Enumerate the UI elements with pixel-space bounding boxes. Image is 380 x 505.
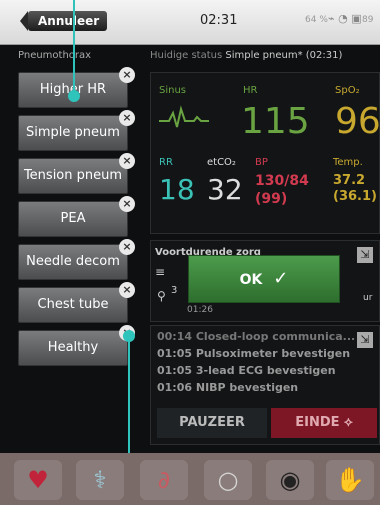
scenario-button-needle-decom[interactable]: Needle decom × [18, 239, 135, 280]
clock: 02:31 [200, 13, 238, 28]
heart-icon[interactable]: ♥ [14, 460, 62, 500]
scenario-button-label: PEA [60, 211, 86, 226]
hr-label: HR [243, 85, 258, 96]
log-time: 00:14 [157, 330, 193, 343]
care-time: 01:26 [187, 305, 213, 315]
scenario-button-label: Healthy [47, 340, 99, 355]
bp-label: BP [255, 157, 268, 168]
spo2-label: SpO₂ [335, 85, 360, 96]
rr-label: RR [159, 157, 173, 168]
scenario-button-label: Needle decom [26, 254, 120, 269]
status-label: Huidige status [150, 50, 223, 61]
guide-dot-bottom [123, 330, 135, 342]
scenario-button-pea[interactable]: PEA × [18, 196, 135, 237]
etco2-value: 32 [207, 173, 243, 206]
log-text: Closed-loop communica... [195, 330, 356, 343]
end-label: EINDE [295, 415, 340, 430]
guide-line-top [73, 0, 75, 95]
log-item: 01:05 3-lead ECG bevestigen [157, 364, 336, 377]
scenario-button-tension-pneum[interactable]: Tension pneum × [18, 153, 135, 194]
eye-icon[interactable]: ◉ [266, 460, 314, 500]
log-expand-icon[interactable]: ⇲ [357, 332, 373, 348]
clipboard-icon: ≡ [155, 265, 166, 279]
ok-button[interactable]: OK ✓ [188, 255, 340, 303]
spo2-value: 96 [335, 101, 380, 142]
care-right-text: ur [363, 293, 373, 303]
guide-dot-top [68, 90, 80, 102]
temp-sub: (36.1) [333, 189, 377, 204]
close-icon[interactable]: × [119, 110, 135, 126]
status-icons: ⌁ ◔ ▣ [328, 12, 362, 25]
scenario-button-chest-tube[interactable]: Chest tube × [18, 282, 135, 323]
care-count: 3 [171, 285, 178, 296]
end-button[interactable]: EINDE ⟡ [271, 408, 377, 438]
close-icon[interactable]: × [119, 239, 135, 255]
temp-label: Temp. [333, 157, 363, 168]
close-icon[interactable]: × [119, 282, 135, 298]
scenario-button-label: Simple pneum [26, 125, 120, 140]
lungs-icon[interactable]: ⚕ [76, 460, 124, 500]
pause-button[interactable]: PAUZEER [157, 408, 267, 438]
scenario-button-label: Tension pneum [23, 168, 123, 183]
checkmark-icon: ✓ [273, 268, 289, 289]
log-time: 01:06 [157, 381, 193, 394]
bp-value: 130/84 [255, 173, 309, 189]
log-item: 01:06 NIBP bevestigen [157, 381, 298, 394]
vitals-panel: Sinus HR 115 SpO₂ 96 RR 18 etCO₂ 32 BP 1… [150, 72, 380, 234]
etco2-label: etCO₂ [207, 157, 236, 168]
rr-value: 18 [159, 173, 195, 206]
back-button[interactable]: Annuleer [19, 11, 108, 31]
close-icon[interactable]: × [119, 196, 135, 212]
glove-icon[interactable]: ✋ [326, 460, 374, 500]
scenario-button-list: Higher HR × Simple pneum × Tension pneum… [18, 67, 138, 373]
close-icon[interactable]: × [119, 67, 135, 83]
scenario-button-label: Chest tube [37, 297, 109, 312]
bp-sub: (99) [255, 191, 288, 207]
log-item: 01:05 Pulsoximeter bevestigen [157, 347, 350, 360]
log-item: 00:14 Closed-loop communica... [157, 330, 355, 343]
end-icon: ⟡ [344, 415, 353, 430]
care-expand-icon[interactable]: ⇲ [357, 247, 373, 263]
status-value: Simple pneum* (02:31) [225, 50, 343, 61]
log-text: NIBP bevestigen [195, 381, 299, 394]
current-status: Huidige status Simple pneum* (02:31) [150, 50, 342, 61]
log-time: 01:05 [157, 347, 193, 360]
top-bar: Annuleer 02:31 64 % ⌁ ◔ ▣ 89 [0, 0, 380, 45]
search-icon: ⚲ [157, 289, 166, 303]
close-icon[interactable]: × [119, 153, 135, 169]
hr-value: 115 [241, 101, 310, 142]
ok-label: OK [239, 272, 263, 288]
scenario-button-simple-pneum[interactable]: Simple pneum × [18, 110, 135, 151]
stomach-icon[interactable]: ∂ [140, 460, 188, 500]
sinus-label: Sinus [159, 85, 187, 96]
scenario-title: Pneumothorax [18, 50, 92, 61]
battery-text: 64 % [305, 15, 328, 25]
log-text: 3-lead ECG bevestigen [195, 364, 336, 377]
log-panel: ⇲ 00:14 Closed-loop communica... 01:05 P… [150, 325, 380, 445]
scenario-button-healthy[interactable]: Healthy × [18, 325, 135, 366]
speech-bubble-icon[interactable]: ○ [204, 460, 252, 500]
status-right-text: 89 [362, 15, 374, 25]
log-text: Pulsoximeter bevestigen [195, 347, 351, 360]
temp-value: 37.2 [333, 173, 366, 188]
log-time: 01:05 [157, 364, 193, 377]
ecg-wave-icon [159, 105, 209, 128]
